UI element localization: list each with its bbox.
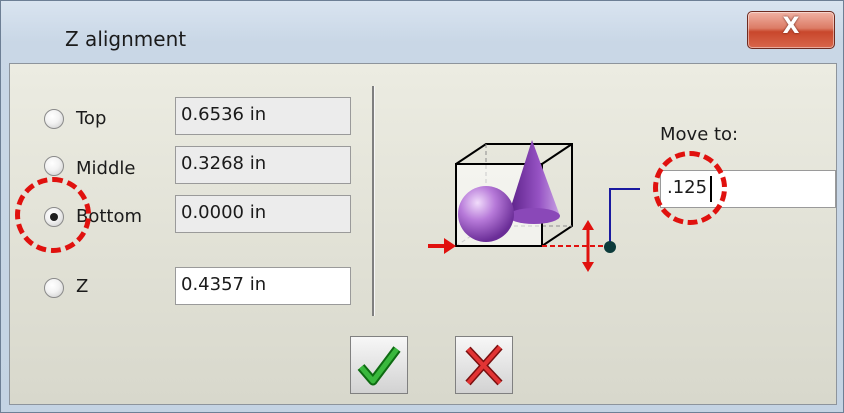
radio-top-label[interactable]: Top — [76, 108, 106, 129]
move-to-label: Move to: — [660, 124, 739, 145]
title-bar[interactable]: Z alignment X — [1, 1, 843, 63]
cancel-button[interactable] — [455, 336, 513, 394]
radio-z[interactable] — [44, 278, 64, 298]
move-to-highlight — [653, 151, 727, 225]
green-check-icon — [357, 346, 401, 386]
vertical-divider — [372, 86, 375, 316]
radio-z-label[interactable]: Z — [76, 276, 88, 297]
ok-button[interactable] — [350, 336, 408, 394]
bottom-value-field: 0.0000 in — [175, 195, 351, 233]
bottom-radio-highlight — [15, 177, 91, 253]
z-alignment-diagram-icon — [428, 140, 640, 272]
z-value-input[interactable]: 0.4357 in — [175, 267, 351, 305]
window-title: Z alignment — [65, 27, 187, 51]
radio-middle[interactable] — [44, 156, 64, 176]
dialog-window: Z alignment X Top 0.6536 in Middle 0.326… — [0, 0, 844, 413]
radio-middle-label[interactable]: Middle — [76, 158, 135, 179]
close-icon: X — [782, 14, 800, 39]
middle-value-field: 0.3268 in — [175, 146, 351, 184]
dialog-body: Top 0.6536 in Middle 0.3268 in Bottom 0.… — [9, 63, 837, 405]
top-value-field: 0.6536 in — [175, 97, 351, 135]
close-button[interactable]: X — [747, 11, 835, 49]
red-x-icon — [465, 344, 503, 386]
radio-top[interactable] — [44, 109, 64, 129]
